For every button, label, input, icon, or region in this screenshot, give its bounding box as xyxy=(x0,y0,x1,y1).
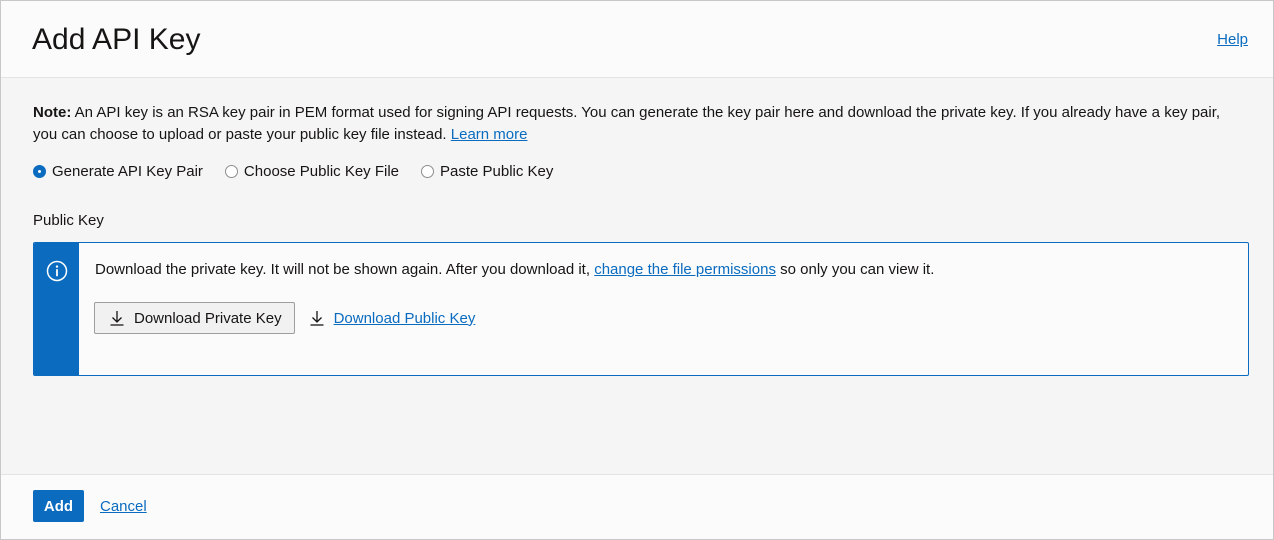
info-message: Download the private key. It will not be… xyxy=(95,261,934,278)
radio-label: Choose Public Key File xyxy=(243,163,399,180)
learn-more-link[interactable]: Learn more xyxy=(451,126,528,143)
radio-generate-key-pair[interactable]: Generate API Key Pair xyxy=(33,163,203,180)
download-actions: Download Private Key Download Public Key xyxy=(94,302,475,334)
download-icon xyxy=(110,311,124,326)
radio-button-checked[interactable] xyxy=(33,165,46,178)
dialog-footer: Add Cancel xyxy=(1,474,1273,539)
cancel-link[interactable]: Cancel xyxy=(100,498,147,515)
info-strip xyxy=(34,243,79,375)
radio-label: Generate API Key Pair xyxy=(52,163,203,180)
radio-button[interactable] xyxy=(224,165,238,178)
dialog-body: Note: An API key is an RSA key pair in P… xyxy=(1,78,1273,475)
note-label: Note: xyxy=(33,104,72,121)
info-message-box: Download the private key. It will not be… xyxy=(33,242,1249,376)
change-file-permissions-link[interactable]: change the file permissions xyxy=(594,261,776,278)
note-description: An API key is an RSA key pair in PEM for… xyxy=(33,104,1221,143)
download-public-key-label: Download Public Key xyxy=(333,309,476,327)
page-title: Add API Key xyxy=(32,23,201,56)
download-private-key-button[interactable]: Download Private Key xyxy=(94,302,295,334)
key-source-radio-group: Generate API Key Pair Choose Public Key … xyxy=(33,163,575,180)
download-private-key-label: Download Private Key xyxy=(134,309,282,327)
info-text-after: so only you can view it. xyxy=(775,261,935,278)
radio-paste-public-key[interactable]: Paste Public Key xyxy=(421,163,553,180)
public-key-label: Public Key xyxy=(33,212,104,229)
download-public-key-link[interactable]: Download Public Key xyxy=(309,309,476,327)
add-api-key-dialog: Add API Key Help Note: An API key is an … xyxy=(0,0,1274,540)
download-icon xyxy=(310,311,324,326)
dialog-header: Add API Key Help xyxy=(1,1,1273,78)
radio-choose-public-key-file[interactable]: Choose Public Key File xyxy=(224,163,399,180)
radio-button[interactable] xyxy=(421,165,434,178)
help-link[interactable]: Help xyxy=(1217,31,1248,48)
add-button[interactable]: Add xyxy=(33,490,84,522)
info-icon xyxy=(46,260,68,282)
note-text: Note: An API key is an RSA key pair in P… xyxy=(33,102,1233,146)
info-text-before: Download the private key. It will not be… xyxy=(95,261,595,278)
radio-label: Paste Public Key xyxy=(440,163,554,180)
